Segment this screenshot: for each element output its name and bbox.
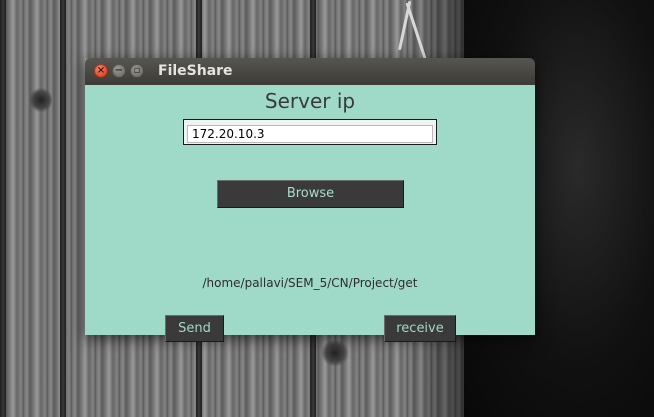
- maximize-icon[interactable]: ▫: [130, 64, 144, 78]
- close-icon[interactable]: ×: [94, 64, 108, 78]
- receive-button[interactable]: receive: [384, 315, 456, 342]
- plant-stem: [405, 2, 427, 61]
- server-ip-input[interactable]: [187, 125, 433, 143]
- wood-seam: [0, 0, 6, 417]
- fileshare-window: × − ▫ FileShare Server ip Browse /home/p…: [85, 58, 535, 342]
- window-titlebar[interactable]: × − ▫ FileShare: [85, 58, 535, 85]
- wood-knot: [30, 86, 52, 114]
- server-ip-heading: Server ip: [264, 89, 356, 113]
- minimize-icon[interactable]: −: [112, 64, 126, 78]
- selected-path-label: /home/pallavi/SEM_5/CN/Project/get: [202, 276, 418, 290]
- browse-button[interactable]: Browse: [217, 180, 404, 208]
- window-title: FileShare: [158, 63, 233, 79]
- wood-knot: [320, 340, 350, 366]
- server-ip-field-frame: [183, 119, 437, 145]
- send-button[interactable]: Send: [165, 315, 224, 342]
- window-client-area: Server ip Browse /home/pallavi/SEM_5/CN/…: [85, 85, 535, 342]
- wood-seam: [60, 0, 66, 417]
